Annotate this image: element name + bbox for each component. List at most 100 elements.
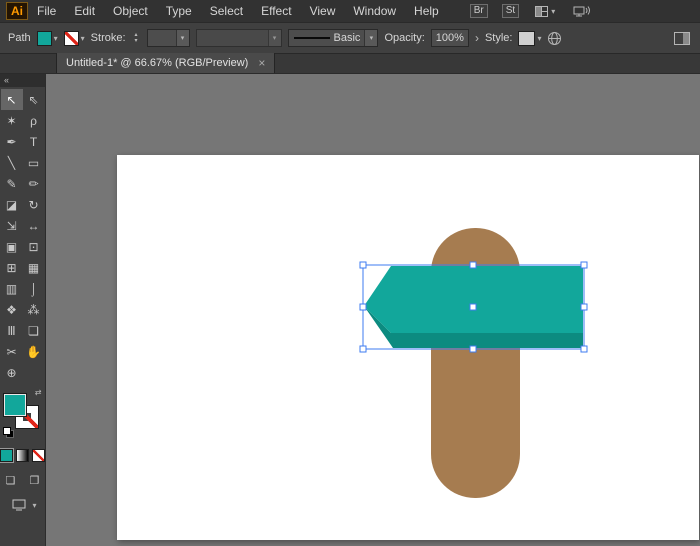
control-panel-menu-button[interactable] bbox=[674, 32, 692, 45]
document-tab-bar: Untitled-1* @ 66.67% (RGB/Preview) × bbox=[0, 54, 700, 74]
type-tool[interactable]: T bbox=[23, 131, 45, 152]
menu-select[interactable]: Select bbox=[201, 0, 252, 22]
perspective-grid-tool[interactable]: ⊞ bbox=[1, 257, 23, 278]
brush-stroke-preview bbox=[294, 37, 330, 39]
selection-tool[interactable]: ↖ bbox=[1, 89, 23, 110]
app-logo: Ai bbox=[6, 2, 28, 20]
direct-selection-tool[interactable]: ⇖ bbox=[23, 89, 45, 110]
selection-handle[interactable] bbox=[360, 346, 366, 352]
workspace-switcher[interactable]: ▾ bbox=[535, 6, 555, 17]
gradient-tool[interactable]: ▥ bbox=[1, 278, 23, 299]
panel-menu-icon bbox=[674, 32, 690, 45]
selection-handle[interactable] bbox=[470, 346, 476, 352]
selection-handle[interactable] bbox=[581, 346, 587, 352]
tools-grid: ↖ ⇖ ✶ ρ ✒ T ╲ ▭ ✎ ✏ ◪ ↻ ⇲ ↔ ▣ ⊡ ⊞ ▦ ▥ ⌡ bbox=[1, 89, 45, 383]
tools-panel-collapse[interactable]: « bbox=[0, 74, 45, 87]
artwork-layer bbox=[117, 155, 699, 540]
magic-wand-tool[interactable]: ✶ bbox=[1, 110, 23, 131]
share-screen-button[interactable] bbox=[573, 5, 591, 18]
stock-button[interactable]: St bbox=[502, 4, 519, 18]
blend-tool[interactable]: ❖ bbox=[1, 299, 23, 320]
menu-bar: Ai File Edit Object Type Select Effect V… bbox=[0, 0, 700, 22]
none-button[interactable] bbox=[32, 449, 45, 462]
shape-builder-tool[interactable]: ⊡ bbox=[23, 236, 45, 257]
free-transform-tool[interactable]: ▣ bbox=[1, 236, 23, 257]
caret-down-icon: ▾ bbox=[32, 501, 36, 510]
scale-tool[interactable]: ⇲ bbox=[1, 215, 23, 236]
fill-swatch[interactable] bbox=[3, 393, 27, 417]
line-segment-tool[interactable]: ╲ bbox=[1, 152, 23, 173]
selection-handle[interactable] bbox=[470, 262, 476, 268]
draw-normal-mode-button[interactable]: ❏ bbox=[0, 471, 22, 489]
menu-file[interactable]: File bbox=[28, 0, 65, 22]
fill-color-control[interactable]: ▾ bbox=[37, 31, 58, 46]
menu-type[interactable]: Type bbox=[157, 0, 201, 22]
stroke-color-control[interactable]: ▾ bbox=[64, 31, 85, 46]
opacity-panel-arrow-icon[interactable]: › bbox=[475, 32, 479, 44]
document-tab[interactable]: Untitled-1* @ 66.67% (RGB/Preview) × bbox=[56, 53, 275, 73]
stroke-weight-dropdown[interactable]: ▾ bbox=[147, 29, 190, 47]
screen-mode-control: ▾ bbox=[8, 496, 36, 514]
paintbrush-tool[interactable]: ✎ bbox=[1, 173, 23, 194]
selection-handle[interactable] bbox=[360, 304, 366, 310]
banner-shape[interactable] bbox=[364, 266, 583, 333]
selection-handle[interactable] bbox=[360, 262, 366, 268]
bridge-button[interactable]: Br bbox=[470, 4, 488, 18]
tab-close-icon[interactable]: × bbox=[258, 57, 265, 69]
draw-behind-mode-button[interactable]: ❐ bbox=[24, 471, 46, 489]
spinner-down-icon[interactable]: ▾ bbox=[132, 38, 141, 44]
gradient-button[interactable] bbox=[16, 449, 29, 462]
document-tab-title: Untitled-1* @ 66.67% (RGB/Preview) bbox=[66, 57, 248, 69]
width-profile-dropdown[interactable]: ▾ bbox=[196, 29, 282, 47]
graphic-style-swatch[interactable] bbox=[518, 31, 535, 46]
zoom-tool[interactable]: ⊕ bbox=[1, 362, 23, 383]
caret-down-icon: ▾ bbox=[54, 34, 58, 43]
rectangle-tool[interactable]: ▭ bbox=[23, 152, 45, 173]
default-fill-stroke-icon[interactable] bbox=[3, 427, 14, 438]
screen-mode-button[interactable] bbox=[8, 496, 30, 514]
main-area: « ↖ ⇖ ✶ ρ ✒ T ╲ ▭ ✎ ✏ ◪ ↻ ⇲ ↔ ▣ ⊡ ⊞ ▦ ▥ bbox=[0, 74, 700, 546]
pen-tool[interactable]: ✒ bbox=[1, 131, 23, 152]
slice-tool[interactable]: ✂ bbox=[1, 341, 23, 362]
hand-tool[interactable]: ✋ bbox=[23, 341, 45, 362]
menu-view[interactable]: View bbox=[301, 0, 345, 22]
stroke-weight-stepper[interactable]: ▴ ▾ bbox=[132, 32, 141, 44]
column-graph-tool[interactable]: Ⅲ bbox=[1, 320, 23, 341]
menu-help[interactable]: Help bbox=[405, 0, 448, 22]
lasso-tool[interactable]: ρ bbox=[23, 110, 45, 131]
stroke-color-swatch[interactable] bbox=[64, 31, 79, 46]
eraser-tool[interactable]: ◪ bbox=[1, 194, 23, 215]
artboard[interactable] bbox=[117, 155, 699, 540]
artboard-tool[interactable]: ❏ bbox=[23, 320, 45, 341]
fill-color-swatch[interactable] bbox=[37, 31, 52, 46]
stroke-label: Stroke: bbox=[91, 32, 126, 44]
opacity-dropdown[interactable]: 100% bbox=[431, 29, 469, 47]
opacity-value: 100% bbox=[432, 32, 468, 44]
mesh-tool[interactable]: ▦ bbox=[23, 257, 45, 278]
menu-window[interactable]: Window bbox=[344, 0, 405, 22]
brush-definition-value: Basic bbox=[330, 32, 365, 44]
rotate-tool[interactable]: ↻ bbox=[23, 194, 45, 215]
share-screen-icon bbox=[573, 5, 591, 18]
brush-definition-dropdown[interactable]: Basic ▾ bbox=[288, 29, 379, 47]
menu-object[interactable]: Object bbox=[104, 0, 157, 22]
eyedropper-tool[interactable]: ⌡ bbox=[23, 278, 45, 299]
menu-effect[interactable]: Effect bbox=[252, 0, 300, 22]
selection-handle[interactable] bbox=[581, 304, 587, 310]
canvas-pasteboard[interactable] bbox=[46, 74, 700, 546]
document-setup-button[interactable] bbox=[547, 31, 562, 46]
symbol-sprayer-tool[interactable]: ⁂ bbox=[23, 299, 45, 320]
fill-stroke-indicator: ⇄ bbox=[3, 391, 43, 439]
swap-fill-stroke-icon[interactable]: ⇄ bbox=[35, 388, 42, 397]
width-tool[interactable]: ↔ bbox=[23, 215, 45, 236]
menu-edit[interactable]: Edit bbox=[65, 0, 104, 22]
selection-handle[interactable] bbox=[581, 262, 587, 268]
color-button[interactable] bbox=[0, 449, 13, 462]
screen-mode-icon bbox=[12, 499, 26, 511]
graphic-style-dropdown[interactable]: ▾ bbox=[518, 31, 541, 46]
opacity-label: Opacity: bbox=[384, 32, 424, 44]
control-bar: Path ▾ ▾ Stroke: ▴ ▾ ▾ ▾ Basic ▾ Opacity… bbox=[0, 22, 700, 54]
selection-center-point[interactable] bbox=[470, 304, 476, 310]
drawing-mode-buttons: ❏ ❐ bbox=[0, 471, 46, 489]
pencil-tool[interactable]: ✏ bbox=[23, 173, 45, 194]
